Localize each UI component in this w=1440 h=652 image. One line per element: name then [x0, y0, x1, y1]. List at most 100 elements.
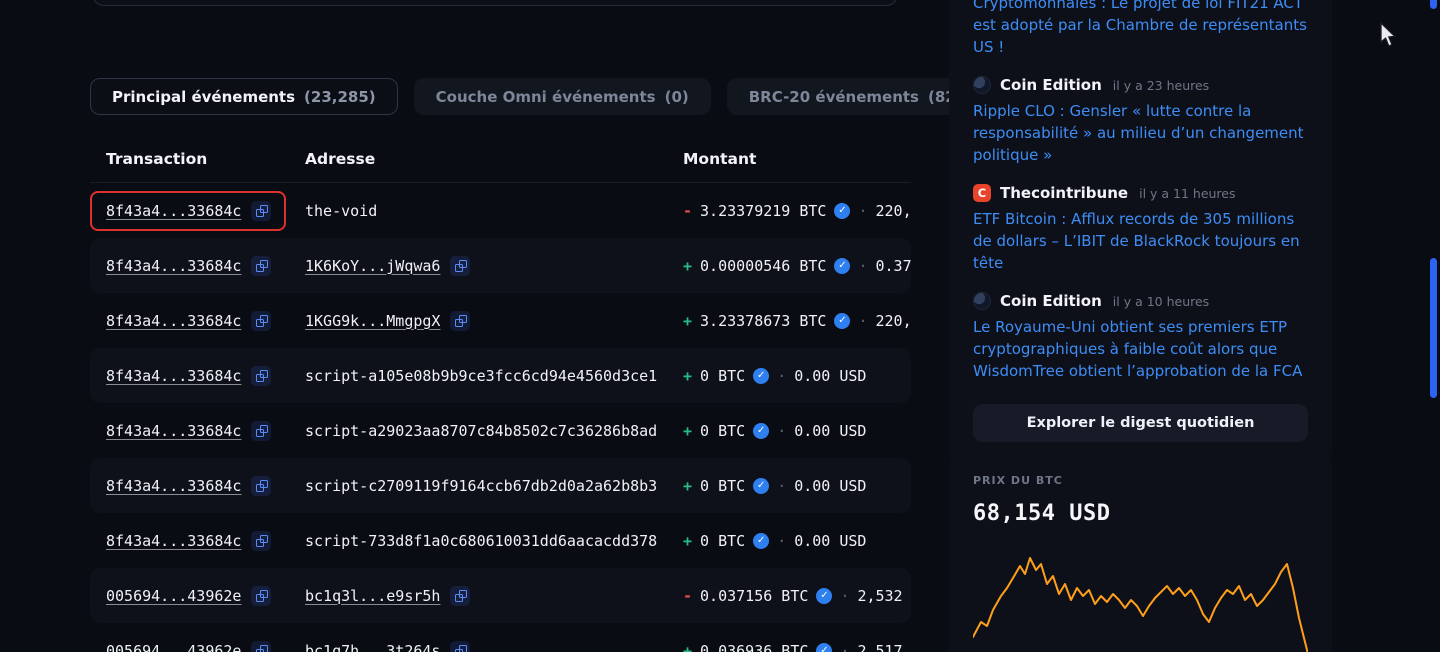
- tab-count: (23,285): [304, 88, 376, 106]
- verified-badge-icon: [816, 588, 832, 604]
- btc-price-card: PRIX DU BTC 68,154 USD: [949, 450, 1332, 652]
- events-table: Transaction Adresse Montant 8f43a4...336…: [90, 135, 911, 652]
- table-row: 8f43a4...33684c script-a105e08b9b9ce3fcc…: [90, 348, 911, 403]
- fiat-value: 0.00 USD: [794, 422, 866, 440]
- amount-value: 3.23378673 BTC: [700, 312, 826, 330]
- table-row: 8f43a4...33684c script-c2709119f9164ccb6…: [90, 458, 911, 513]
- news-headline-link[interactable]: Ripple CLO : Gensler « lutte contre la r…: [973, 100, 1308, 166]
- mouse-cursor-icon: [1378, 22, 1398, 48]
- news-source-name: Coin Edition: [1000, 76, 1102, 94]
- amount-value: 0.00000546 BTC: [700, 257, 826, 275]
- address-label: script-c2709119f9164ccb67db2d0a2a62b8b3: [305, 477, 657, 495]
- news-headline-link[interactable]: Le Royaume-Uni obtient ses premiers ETP …: [973, 316, 1308, 382]
- amount-sign: +: [683, 422, 692, 440]
- amount-sign: +: [683, 477, 692, 495]
- amount-sign: +: [683, 642, 692, 652]
- coin-edition-logo-icon: [973, 76, 991, 94]
- news-headline-link[interactable]: ETF Bitcoin : Afflux records de 305 mill…: [973, 208, 1308, 274]
- tab-omni-layer-events[interactable]: Couche Omni événements (0): [414, 78, 711, 115]
- news-source-row: Coin Edition il y a 23 heures: [973, 76, 1308, 94]
- fiat-value: 2,532: [857, 587, 902, 605]
- copy-icon[interactable]: [251, 256, 271, 276]
- copy-icon[interactable]: [450, 641, 470, 652]
- column-header-address: Adresse: [305, 150, 683, 168]
- copy-icon[interactable]: [251, 421, 271, 441]
- fiat-value: 0.37: [876, 257, 912, 275]
- amount-value: 0 BTC: [700, 367, 745, 385]
- table-header-row: Transaction Adresse Montant: [90, 135, 911, 183]
- table-row: 8f43a4...33684c script-a29023aa8707c84b8…: [90, 403, 911, 458]
- fiat-value: 220,: [876, 312, 912, 330]
- amount-value: 0.037156 BTC: [700, 587, 808, 605]
- verified-badge-icon: [753, 478, 769, 494]
- btc-price-label: PRIX DU BTC: [973, 474, 1308, 487]
- amount-sign: -: [683, 202, 692, 220]
- amount-sign: +: [683, 257, 692, 275]
- address-link[interactable]: 1K6KoY...jWqwa6: [305, 257, 440, 275]
- amount-value: 0 BTC: [700, 532, 745, 550]
- scrollbar-thumb[interactable]: [1430, 258, 1437, 398]
- transaction-link[interactable]: 005694...43962e: [106, 642, 241, 652]
- amount-value: 0 BTC: [700, 477, 745, 495]
- address-label: script-a29023aa8707c84b8502c7c36286b8ad: [305, 422, 657, 440]
- fiat-value: 0.00 USD: [794, 477, 866, 495]
- copy-icon[interactable]: [251, 586, 271, 606]
- news-item: Coin Edition il y a 23 heures Ripple CLO…: [973, 76, 1308, 166]
- copy-icon[interactable]: [251, 366, 271, 386]
- column-header-amount: Montant: [683, 150, 911, 168]
- amount-sign: +: [683, 312, 692, 330]
- copy-icon[interactable]: [450, 311, 470, 331]
- copy-icon[interactable]: [450, 586, 470, 606]
- news-source-name: Coin Edition: [1000, 292, 1102, 310]
- address-link[interactable]: bc1q7h...3t264s: [305, 642, 440, 652]
- address-link[interactable]: 1KGG9k...MmgpgX: [305, 312, 440, 330]
- copy-icon[interactable]: [251, 476, 271, 496]
- table-row: 8f43a4...33684c 1K6KoY...jWqwa6 + 0.0000…: [90, 238, 911, 293]
- news-headline-link[interactable]: Cryptomonnaies : Le projet de loi FIT21 …: [973, 0, 1308, 58]
- table-body: 8f43a4...33684c the-void - 3.23379219 BT…: [90, 183, 911, 652]
- transaction-link[interactable]: 8f43a4...33684c: [106, 477, 241, 495]
- news-source-row: Thecointribune il y a 11 heures: [973, 184, 1308, 202]
- copy-icon[interactable]: [251, 641, 271, 652]
- verified-badge-icon: [753, 423, 769, 439]
- transaction-link[interactable]: 8f43a4...33684c: [106, 367, 241, 385]
- table-row: 005694...43962e bc1q7h...3t264s + 0.0369…: [90, 623, 911, 652]
- separator: ·: [777, 422, 786, 440]
- copy-icon[interactable]: [450, 256, 470, 276]
- fiat-value: 0.00 USD: [794, 532, 866, 550]
- address-label: script-733d8f1a0c680610031dd6aacacdd378: [305, 532, 657, 550]
- tab-label: Principal événements: [112, 88, 295, 106]
- news-timestamp: il y a 23 heures: [1113, 78, 1209, 93]
- block-explorer-page: Principal événements (23,285) Couche Omn…: [0, 0, 1440, 652]
- transaction-link[interactable]: 8f43a4...33684c: [106, 202, 241, 220]
- address-label: the-void: [305, 202, 377, 220]
- thecointribune-logo-icon: [973, 184, 991, 202]
- address-link[interactable]: bc1q3l...e9sr5h: [305, 587, 440, 605]
- separator: ·: [858, 257, 867, 275]
- amount-value: 0 BTC: [700, 422, 745, 440]
- fiat-value: 0.00 USD: [794, 367, 866, 385]
- tab-label: BRC-20 événements: [749, 88, 919, 106]
- transaction-link[interactable]: 8f43a4...33684c: [106, 257, 241, 275]
- table-row: 8f43a4...33684c 1KGG9k...MmgpgX + 3.2337…: [90, 293, 911, 348]
- search-input[interactable]: [92, 0, 898, 6]
- amount-value: 0.036936 BTC: [700, 642, 808, 652]
- amount-value: 3.23379219 BTC: [700, 202, 826, 220]
- tab-principal-events[interactable]: Principal événements (23,285): [90, 78, 398, 115]
- news-source-name: Thecointribune: [1000, 184, 1128, 202]
- copy-icon[interactable]: [251, 311, 271, 331]
- copy-icon[interactable]: [251, 531, 271, 551]
- separator: ·: [840, 587, 849, 605]
- amount-sign: -: [683, 587, 692, 605]
- amount-sign: +: [683, 532, 692, 550]
- address-label: script-a105e08b9b9ce3fcc6cd94e4560d3ce1: [305, 367, 657, 385]
- transaction-link[interactable]: 8f43a4...33684c: [106, 532, 241, 550]
- coin-edition-logo-icon: [973, 292, 991, 310]
- transaction-link[interactable]: 8f43a4...33684c: [106, 422, 241, 440]
- explore-digest-button[interactable]: Explorer le digest quotidien: [973, 404, 1308, 442]
- news-timestamp: il y a 10 heures: [1113, 294, 1209, 309]
- transaction-link[interactable]: 005694...43962e: [106, 587, 241, 605]
- copy-icon[interactable]: [251, 201, 271, 221]
- transaction-link[interactable]: 8f43a4...33684c: [106, 312, 241, 330]
- verified-badge-icon: [834, 203, 850, 219]
